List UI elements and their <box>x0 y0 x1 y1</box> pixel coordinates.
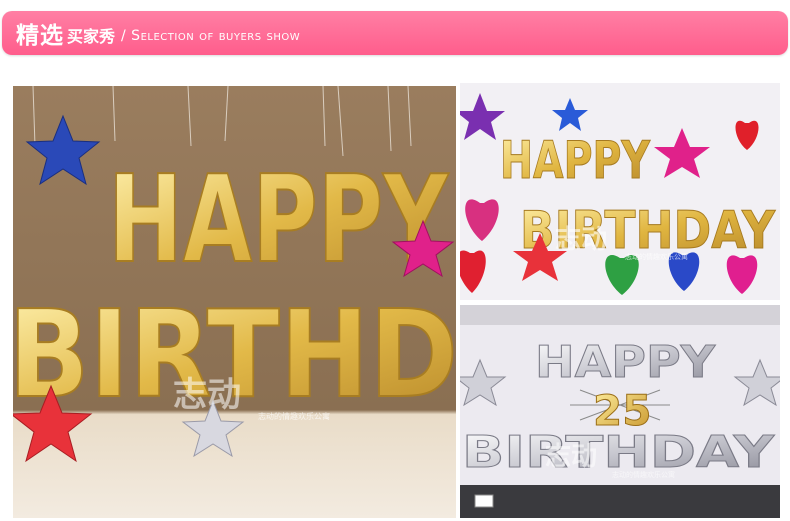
watermark: 志动 <box>555 225 607 255</box>
section-banner: 精选 买家秀 / Selection of buyers show <box>2 11 788 55</box>
watermark: 志动 <box>173 375 241 415</box>
buyer-photo-large: HAPPY BIRTHD 志动 志动的情趣欢乐公寓 <box>13 86 456 518</box>
watermark-subtitle: 志动的情趣欢乐公寓 <box>258 411 330 421</box>
watermark: 志动 <box>545 442 597 472</box>
buyer-photo-bottom-right: HAPPY 25 BIRTHDAY 志动 志动的情趣欢乐公寓 <box>460 305 780 518</box>
banner-title: 精选 <box>16 23 64 49</box>
buyer-photo-top-right: HAPPY BIRTHDAY 志动 志动的情趣欢乐公寓 <box>460 83 780 300</box>
balloon-line1-text: HAPPY <box>108 151 450 290</box>
watermark-subtitle: 志动的情趣欢乐公寓 <box>625 252 688 261</box>
balloon-line1-text: HAPPY <box>535 337 716 388</box>
balloon-line1-text: HAPPY <box>500 131 651 191</box>
watermark-subtitle: 志动的情趣欢乐公寓 <box>612 470 675 479</box>
wall-outlet <box>474 494 494 508</box>
banner-english-title: / Selection of buyers show <box>121 27 301 44</box>
banner-subtitle: 买家秀 <box>67 27 116 46</box>
